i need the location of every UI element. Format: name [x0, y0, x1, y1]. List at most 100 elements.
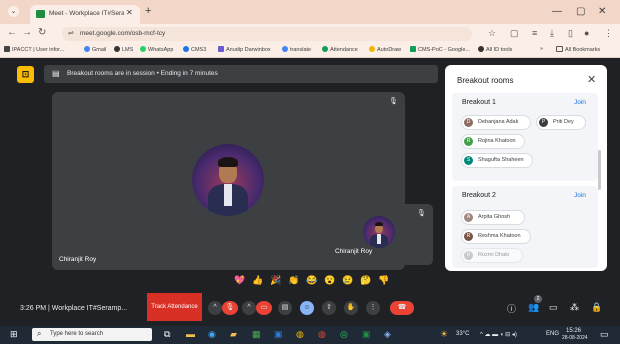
bookmark-ipacct[interactable]: IPACCT | User infor...: [4, 46, 64, 53]
tray-icons[interactable]: ^ ☁ ▬ ◖ ⊟ ◂): [480, 331, 517, 338]
reaction-thinking-button[interactable]: 🤔: [360, 275, 371, 286]
self-tile-name: Chiranjit Roy: [335, 248, 373, 255]
bookmark-cms-poc[interactable]: CMS-PoC - Google...: [410, 46, 470, 53]
tab-meet[interactable]: Meet - Workplace IT#Seramp... ✕: [30, 5, 140, 24]
cast-icon[interactable]: ▢: [510, 28, 519, 39]
camera-off-button[interactable]: ▭: [256, 301, 272, 315]
breakout-rooms-panel: Breakout rooms ✕ Breakout 1 Join D Debanj…: [445, 65, 607, 271]
reaction-party-button[interactable]: 🎉: [270, 275, 281, 286]
present-button[interactable]: ⇧: [322, 301, 336, 315]
bookmark-translate[interactable]: translate: [282, 46, 311, 53]
store-icon[interactable]: ▦: [252, 329, 261, 340]
chat-icon[interactable]: ▭: [549, 302, 558, 313]
folder-icon[interactable]: ▰: [230, 329, 237, 340]
join-room-2-button[interactable]: Join: [574, 192, 586, 199]
window-close-icon[interactable]: ✕: [598, 6, 606, 17]
breakout-room-1: Breakout 1 Join D Debanjana Adak P Priti D…: [452, 93, 598, 181]
meet-logo-icon: ⊡: [17, 66, 34, 83]
bookmark-attendance[interactable]: Attendance: [322, 46, 358, 53]
menu-icon[interactable]: ⋮: [604, 28, 613, 39]
bookmark-gmail[interactable]: Gmail: [84, 46, 106, 53]
raise-hand-button[interactable]: ✋: [344, 301, 358, 315]
more-options-button[interactable]: ⋮: [366, 301, 380, 315]
breakout-icon: ▤: [52, 69, 60, 78]
all-bookmarks[interactable]: All Bookmarks: [556, 46, 600, 53]
bookmarks-overflow-icon[interactable]: »: [540, 46, 543, 52]
muted-mic-icon: 🎙: [389, 98, 398, 105]
camera-options-icon[interactable]: ^: [242, 301, 256, 315]
minimize-icon[interactable]: —: [552, 6, 562, 17]
notifications-icon[interactable]: ▭: [600, 329, 609, 340]
bookmark-cms3[interactable]: CMS3: [183, 46, 206, 53]
omnibox[interactable]: ⇌ meet.google.com/osb-mcf-tcy: [62, 27, 472, 41]
bookmark-lms[interactable]: LMS: [114, 46, 133, 53]
bookmark-autodraw[interactable]: AutoDraw: [369, 46, 401, 53]
participant-count-badge: 2: [534, 295, 542, 303]
profile-icon[interactable]: ●: [584, 28, 589, 38]
people-icon[interactable]: 👥: [528, 302, 539, 313]
language-indicator[interactable]: ENG: [546, 331, 559, 337]
reading-list-icon[interactable]: ≡: [532, 28, 537, 38]
whatsapp-icon[interactable]: ◎: [340, 329, 348, 340]
captions-button[interactable]: ▤: [278, 301, 292, 315]
reaction-thumbs-down-button[interactable]: 👎: [378, 275, 389, 286]
leave-call-button[interactable]: ☎: [390, 301, 414, 315]
file-explorer-icon[interactable]: ▬: [186, 329, 195, 339]
temperature: 33°C: [456, 331, 470, 337]
excel-icon[interactable]: ▣: [362, 329, 371, 340]
meeting-info: 3:26 PM | Workplace IT#Seramp...: [20, 305, 128, 312]
self-muted-mic-icon: 🎙: [417, 210, 426, 217]
track-attendance-button[interactable]: Track Attendance: [147, 293, 202, 321]
reaction-thumbs-up-button[interactable]: 👍: [252, 275, 263, 286]
windows-start-icon[interactable]: ⊞: [10, 329, 18, 340]
chrome-active-icon[interactable]: ◍: [318, 329, 326, 340]
banner-text: Breakout rooms are in session • Ending i…: [67, 70, 218, 77]
bookmark-whatsapp[interactable]: WhatsApp: [140, 46, 173, 53]
reaction-laugh-button[interactable]: 😂: [306, 275, 317, 286]
clock-time[interactable]: 15:26: [566, 328, 581, 334]
sidebar-icon[interactable]: ▯: [568, 28, 573, 39]
participant-chip: R Rozmi Dhaki: [461, 248, 523, 263]
taskbar-search[interactable]: ⌕ Type here to search: [32, 328, 152, 341]
reaction-clap-button[interactable]: 👏: [288, 275, 299, 286]
reaction-heart-button[interactable]: 💖: [234, 275, 245, 286]
participant-chip: D Debanjana Adak: [461, 115, 531, 130]
reaction-surprised-button[interactable]: 😮: [324, 275, 335, 286]
weather-icon[interactable]: ☀: [440, 329, 448, 340]
room-name: Breakout 2: [462, 192, 496, 199]
bookmark-darwinbox[interactable]: Anudip Darwinbox: [218, 46, 271, 53]
participant-chip: P Priti Dey: [536, 115, 586, 130]
bookmark-all-id-tools[interactable]: All ID tools: [478, 46, 512, 53]
task-view-icon[interactable]: ⧉: [164, 329, 170, 340]
meeting-details-icon[interactable]: ⓘ: [507, 302, 516, 315]
edge-icon[interactable]: ◉: [208, 329, 216, 340]
clock-date[interactable]: 28-08-2024: [562, 335, 588, 341]
search-icon: ⌕: [37, 329, 42, 338]
join-room-1-button[interactable]: Join: [574, 99, 586, 106]
participant-chip: A Arpita Ghosh: [461, 210, 525, 225]
self-video-tile[interactable]: 🎙 Chiranjit Roy: [328, 204, 433, 265]
host-controls-icon[interactable]: 🔒: [591, 302, 602, 313]
tab-close-icon[interactable]: ✕: [126, 8, 133, 17]
activities-icon[interactable]: ⁂: [570, 302, 579, 313]
tab-search-icon[interactable]: ⌄: [8, 6, 19, 17]
back-icon[interactable]: ←: [7, 27, 17, 38]
new-tab-icon[interactable]: +: [145, 5, 151, 17]
breakout-room-2: Breakout 2 Join A Arpita Ghosh R Reshma Kh…: [452, 186, 598, 268]
maximize-icon[interactable]: ▢: [576, 6, 585, 17]
reload-icon[interactable]: ↻: [38, 27, 46, 38]
download-icon[interactable]: ⤓: [550, 28, 554, 39]
mic-options-icon[interactable]: ^: [208, 301, 222, 315]
site-info-icon[interactable]: ⇌: [68, 29, 74, 37]
bookmark-star-icon[interactable]: ☆: [488, 28, 496, 39]
reaction-sad-button[interactable]: 😢: [342, 275, 353, 286]
word-icon[interactable]: ▣: [274, 329, 283, 340]
participant-chip: R Rojina Khatoon: [461, 134, 525, 149]
panel-close-icon[interactable]: ✕: [587, 73, 596, 86]
reactions-button[interactable]: ☺: [300, 301, 314, 315]
chrome-icon[interactable]: ◍: [296, 329, 304, 340]
forward-icon[interactable]: →: [22, 27, 32, 38]
mic-off-button[interactable]: 🎙: [222, 301, 238, 315]
panel-scrollbar[interactable]: [598, 150, 601, 190]
app-icon[interactable]: ◈: [384, 329, 391, 340]
